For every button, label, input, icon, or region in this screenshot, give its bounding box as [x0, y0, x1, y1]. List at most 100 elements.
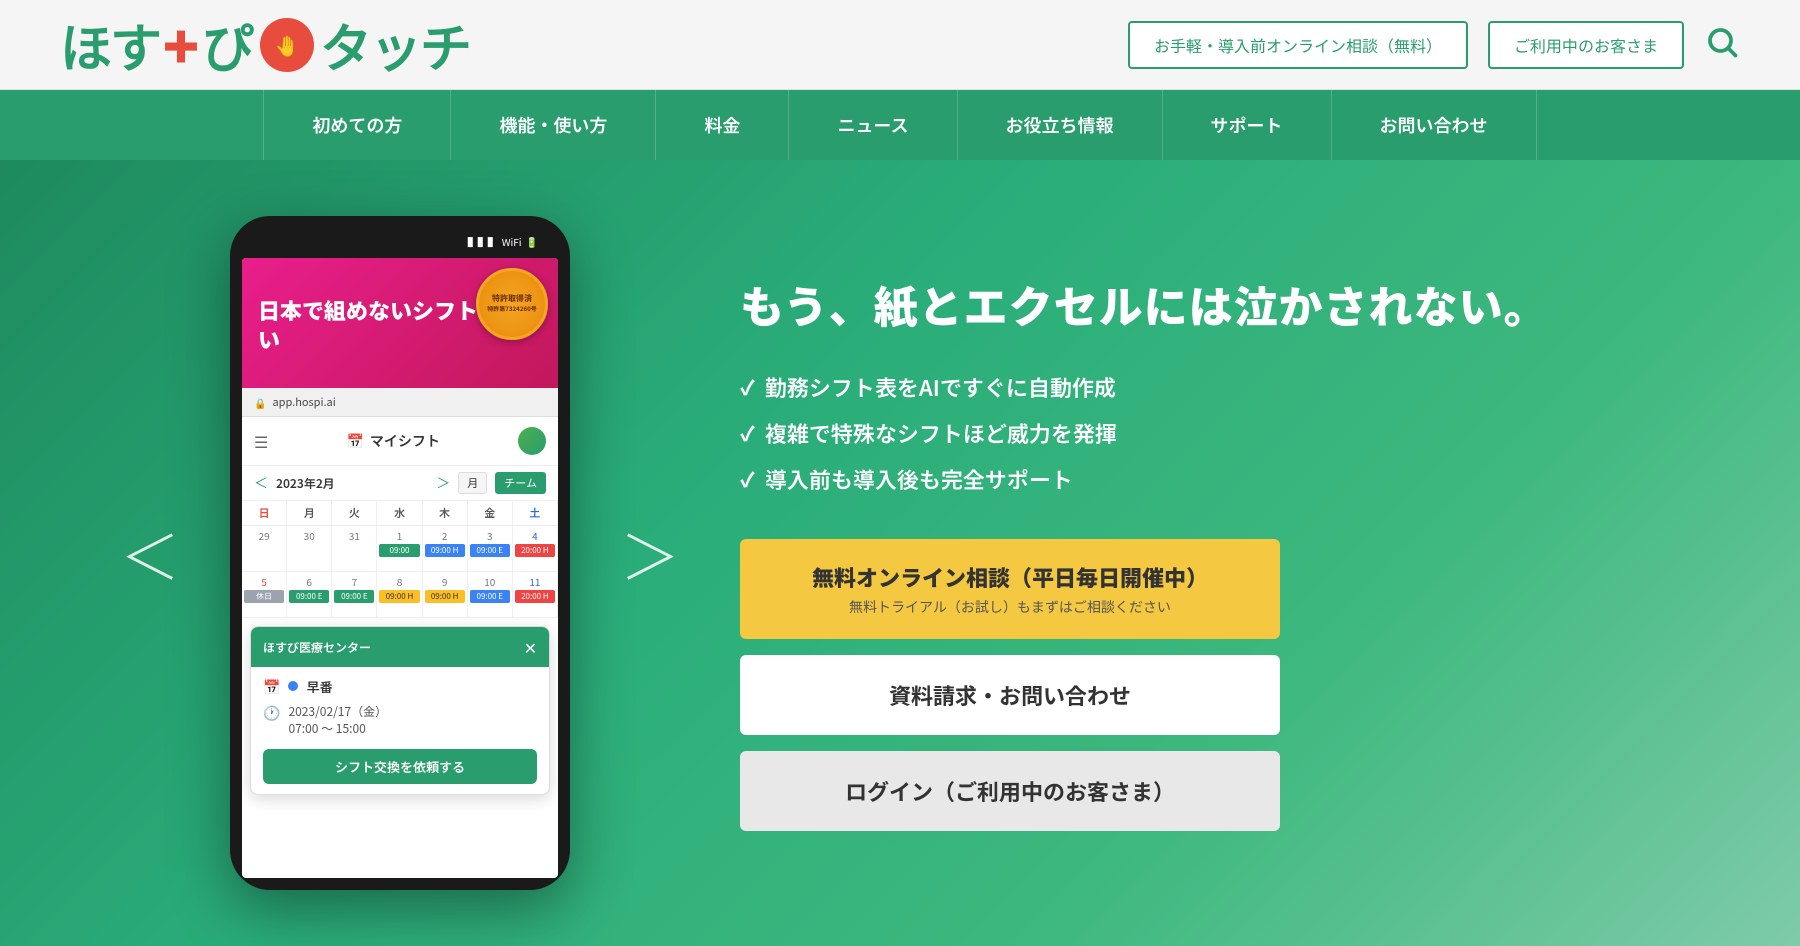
- popup-shift-label: 早番: [306, 677, 332, 696]
- signal-icon: ▌▌▌: [468, 234, 498, 249]
- check-icon-1: ✓: [740, 372, 755, 401]
- nav-item-contact[interactable]: お問い合わせ: [1332, 90, 1537, 160]
- carousel-prev-button[interactable]: ＜: [120, 510, 180, 597]
- hero-feature-3: ✓ 導入前も導入後も完全サポート: [740, 463, 1720, 495]
- consultation-button[interactable]: お手軽・導入前オンライン相談（無料）: [1128, 21, 1468, 69]
- hero-feature-2: ✓ 複雑で特殊なシフトほど威力を発揮: [740, 417, 1720, 449]
- cal-cell-2-5: 909:00 H: [423, 572, 468, 617]
- shift-tag: 20:00 H: [515, 590, 555, 603]
- popup-title-text: ほすび医療センター: [263, 639, 371, 656]
- shift-tag: 09:00: [379, 544, 419, 557]
- phone-banner: 日本で組めないシフトは無い 特許取得済 特許第7324260号: [242, 258, 558, 388]
- view-month-button[interactable]: 月: [458, 472, 487, 494]
- shift-tag: 休日: [244, 590, 284, 603]
- phone-mockup-area: ＜ ▌▌▌ WiFi 🔋 日本で組めないシフトは無い 特許取得済: [140, 216, 660, 890]
- user-avatar[interactable]: [518, 427, 546, 455]
- feature-text-1: 勤務シフト表をAIですぐに自動作成: [765, 371, 1116, 403]
- nav-item-news[interactable]: ニュース: [789, 90, 957, 160]
- cal-cell-1-1: 29: [242, 526, 287, 571]
- cal-cell-1-4: 109:00: [377, 526, 422, 571]
- patent-badge-text: 特許取得済 特許第7324260号: [487, 294, 537, 315]
- popup-header: ほすび医療センター ✕: [251, 627, 549, 667]
- nav-item-pricing[interactable]: 料金: [656, 90, 789, 160]
- cal-cell-1-7: 420:00 H: [513, 526, 558, 571]
- cal-header-sat: 土: [513, 501, 558, 525]
- nav-item-info[interactable]: お役立ち情報: [958, 90, 1163, 160]
- cal-header-wed: 水: [377, 501, 422, 525]
- phone-shift-popup: ほすび医療センター ✕ 📅 早番 🕐 2023/02/17（金）: [250, 626, 550, 795]
- cal-header-tue: 火: [332, 501, 377, 525]
- carousel-next-button[interactable]: ＞: [620, 510, 680, 597]
- cal-header-sun: 日: [242, 501, 287, 525]
- cal-cell-2-7: 1120:00 H: [513, 572, 558, 617]
- header-buttons: お手軽・導入前オンライン相談（無料） ご利用中のお客さま: [1128, 21, 1740, 69]
- cal-cell-1-5: 209:00 H: [423, 526, 468, 571]
- phone-date-nav: ＜ 2023年2月 ＞ 月 チーム: [242, 466, 558, 501]
- phone-address-bar: 🔒 app.hospi.ai: [242, 388, 558, 417]
- check-icon-2: ✓: [740, 418, 755, 447]
- cal-cell-2-3: 709:00 E: [332, 572, 377, 617]
- popup-shift-row: 📅 早番: [263, 677, 537, 697]
- cal-header-mon: 月: [287, 501, 332, 525]
- patent-line1: 特許取得済: [492, 293, 532, 304]
- popup-date-text: 2023/02/17（金）: [288, 703, 387, 720]
- hero-feature-1: ✓ 勤務シフト表をAIですぐに自動作成: [740, 371, 1720, 403]
- shift-tag: 09:00 H: [379, 590, 419, 603]
- calendar-icon-popup: 📅: [263, 677, 280, 697]
- address-text: app.hospi.ai: [272, 394, 335, 410]
- nav-item-features[interactable]: 機能・使い方: [451, 90, 656, 160]
- date-next-button[interactable]: ＞: [436, 473, 450, 493]
- cal-header-thu: 木: [423, 501, 468, 525]
- popup-date-info: 2023/02/17（金） 07:00 ～ 15:00: [288, 703, 387, 737]
- shift-tag: 09:00 H: [425, 544, 465, 557]
- phone-calendar: 日 月 火 水 木 金 土 29 30 31 109:00 209:0: [242, 501, 558, 618]
- shift-tag: 09:00 H: [425, 590, 465, 603]
- logo-touch-text: タッチ: [320, 7, 470, 82]
- date-prev-button[interactable]: ＜: [254, 473, 268, 493]
- cal-cell-2-2: 609:00 E: [287, 572, 332, 617]
- patent-badge: 特許取得済 特許第7324260号: [476, 268, 548, 340]
- customer-button[interactable]: ご利用中のお客さま: [1488, 21, 1684, 69]
- nav-item-support[interactable]: サポート: [1163, 90, 1332, 160]
- app-title-text: マイシフト: [370, 431, 440, 451]
- cta-secondary-button[interactable]: 資料請求・お問い合わせ: [740, 655, 1280, 735]
- cta-primary-button[interactable]: 無料オンライン相談（平日毎日開催中） 無料トライアル（お試し）もまずはご相談くだ…: [740, 539, 1280, 639]
- cal-row-2: 5休日 609:00 E 709:00 E 809:00 H 909:00 H …: [242, 572, 558, 618]
- nav-item-first[interactable]: 初めての方: [263, 90, 451, 160]
- header: ほす ✚ ぴ 🤚 タッチ お手軽・導入前オンライン相談（無料） ご利用中のお客さ…: [0, 0, 1800, 90]
- hero-section: ＜ ▌▌▌ WiFi 🔋 日本で組めないシフトは無い 特許取得済: [0, 160, 1800, 946]
- shift-tag: 09:00 E: [289, 590, 329, 603]
- phone-status-icons: ▌▌▌ WiFi 🔋: [468, 234, 538, 249]
- wifi-icon: WiFi: [502, 234, 522, 249]
- search-icon[interactable]: [1704, 24, 1740, 65]
- cal-header-row: 日 月 火 水 木 金 土: [242, 501, 558, 526]
- cta-tertiary-button[interactable]: ログイン（ご利用中のお客さま）: [740, 751, 1280, 831]
- phone-app-header: ☰ 📅 マイシフト: [242, 417, 558, 466]
- popup-body: 📅 早番 🕐 2023/02/17（金） 07:00 ～ 15:00 シフト交換…: [251, 667, 549, 794]
- cal-cell-2-4: 809:00 H: [377, 572, 422, 617]
- hamburger-icon[interactable]: ☰: [254, 429, 268, 453]
- feature-text-3: 導入前も導入後も完全サポート: [765, 463, 1073, 495]
- logo-text2: ぴ: [202, 7, 254, 82]
- phone-notch-bar: ▌▌▌ WiFi 🔋: [242, 228, 558, 258]
- shift-color-dot: [288, 681, 298, 691]
- popup-close-button[interactable]: ✕: [524, 635, 537, 659]
- cta-buttons: 無料オンライン相談（平日毎日開催中） 無料トライアル（お試し）もまずはご相談くだ…: [740, 539, 1280, 831]
- feature-text-2: 複雑で特殊なシフトほど威力を発揮: [765, 417, 1117, 449]
- shift-exchange-button[interactable]: シフト交換を依頼する: [263, 749, 537, 784]
- logo-cross-icon: ✚: [162, 17, 200, 72]
- calendar-icon: 📅: [346, 431, 363, 451]
- cal-header-fri: 金: [468, 501, 513, 525]
- cal-cell-1-6: 309:00 E: [468, 526, 513, 571]
- patent-line2: 特許第7324260号: [487, 304, 537, 313]
- date-label: 2023年2月: [276, 475, 428, 492]
- logo: ほす ✚ ぴ 🤚 タッチ: [60, 7, 470, 82]
- shift-tag: 09:00 E: [470, 590, 510, 603]
- view-team-button[interactable]: チーム: [495, 472, 546, 494]
- phone-screen: 日本で組めないシフトは無い 特許取得済 特許第7324260号 🔒 app.ho…: [242, 258, 558, 878]
- phone-mockup: ▌▌▌ WiFi 🔋 日本で組めないシフトは無い 特許取得済 特許第732426…: [230, 216, 570, 890]
- hero-headline: もう、紙とエクセルには泣かされない。: [740, 275, 1720, 334]
- logo-touch-inner: 🤚: [275, 30, 300, 59]
- phone-notch: [340, 228, 460, 252]
- popup-time-text: 07:00 ～ 15:00: [288, 720, 387, 737]
